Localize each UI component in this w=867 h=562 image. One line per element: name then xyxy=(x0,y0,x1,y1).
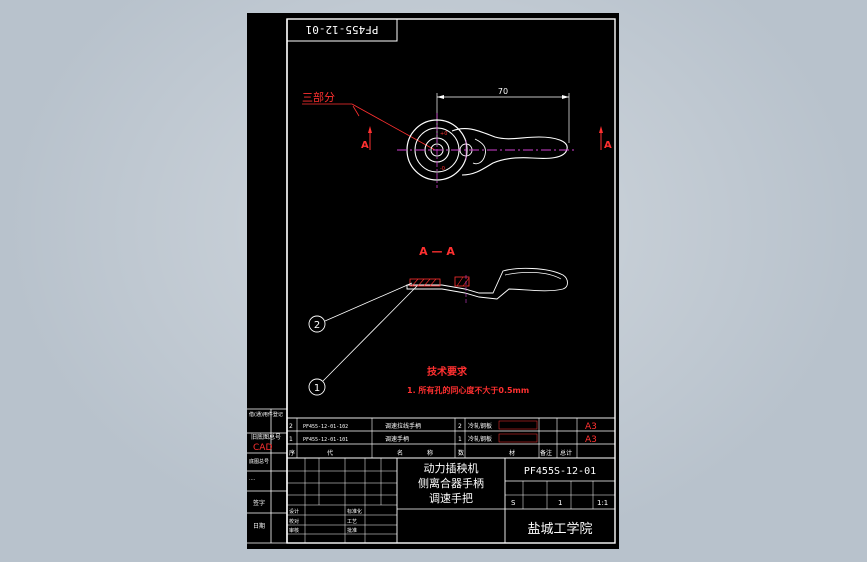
tb-sheet: 1 xyxy=(558,499,562,507)
section-title: A — A xyxy=(419,245,455,258)
tb-stage: S xyxy=(511,499,516,507)
tb-drawing-number: PF455S-12-01 xyxy=(524,466,596,477)
strip-label-3: CAD xyxy=(253,443,272,453)
bom-header-code: 代 xyxy=(327,449,333,457)
tb-process-label: 工艺 xyxy=(347,519,357,525)
hole-tolerance-mark-top: +0 xyxy=(440,131,447,137)
tb-school: 盐城工学院 xyxy=(527,521,592,537)
bom-row1-format: A3 xyxy=(585,435,597,445)
bom-row2-no: 2 xyxy=(289,423,293,430)
title-block: 设计 校对 审核 标准化 工艺 批准 动力插秧机 侧离合器手柄 调速手把 PF4… xyxy=(286,457,616,544)
notes-item-1: 1. 所有孔的同心度不大于0.5mm xyxy=(407,385,529,395)
tb-checker-label: 校对 xyxy=(289,518,299,525)
top-view: 三部分 70 A A +0 -0 xyxy=(302,87,612,188)
balloon-1-label: 1 xyxy=(314,383,320,394)
part-callout-label: 三部分 xyxy=(302,90,335,104)
tb-approve-label: 审核 xyxy=(289,527,299,534)
section-mark-left-arrow xyxy=(368,126,372,133)
bom-row2-spec-red xyxy=(498,420,538,430)
bom-row1-code: PF455-12-01-101 xyxy=(303,437,348,443)
bom-header-name: 名 xyxy=(397,449,403,457)
bom-table: 2 PF455-12-01-102 调速拉线手柄 2 冷轧钢板 A3 1 PF4… xyxy=(286,417,616,459)
bom-header-remark: 备注 xyxy=(540,449,552,457)
strip-label-5: 签字 xyxy=(253,499,265,507)
bom-row2-qty: 2 xyxy=(458,423,462,430)
balloon-2-label: 2 xyxy=(314,320,320,331)
leader-1 xyxy=(322,285,418,382)
tb-approve2-label: 批准 xyxy=(347,527,357,534)
cad-drawing-sheet: PF455-12-01 三部分 70 A A +0 -0 A — A 2 1 技… xyxy=(247,13,619,549)
section-mark-right-arrow xyxy=(599,126,603,133)
section-mark-left-label: A xyxy=(361,140,369,151)
drawing-canvas: PF455-12-01 三部分 70 A A +0 -0 A — A 2 1 技… xyxy=(247,18,616,544)
bom-row1-material: 冷轧钢板 xyxy=(468,435,492,443)
handle-outline xyxy=(451,128,568,176)
bom-row1-no: 1 xyxy=(289,436,293,443)
bom-row1-spec-red xyxy=(498,433,538,443)
dimension-arrow-left xyxy=(437,95,444,99)
tb-std-label: 标准化 xyxy=(347,508,362,515)
tb-designer-label: 设计 xyxy=(289,508,299,515)
hole-tolerance-mark-bottom: -0 xyxy=(440,166,445,172)
strip-label-2: 旧底图总号 xyxy=(251,433,281,441)
section-profile-inner xyxy=(504,272,562,280)
dimension-value: 70 xyxy=(498,87,508,96)
tb-title-line3: 调速手把 xyxy=(429,491,473,505)
bom-row1-qty: 1 xyxy=(458,436,462,443)
mirrored-drawing-number: PF455-12-01 xyxy=(306,23,379,36)
strip-label-4: 底图总号 xyxy=(249,458,269,465)
tb-title-line2: 侧离合器手柄 xyxy=(418,476,484,490)
bom-header-format: 总计 xyxy=(560,449,572,457)
bom-row2-material: 冷轧钢板 xyxy=(468,422,492,430)
dimension-arrow-right xyxy=(562,95,569,99)
bom-row2-code: PF455-12-01-102 xyxy=(303,424,348,430)
left-binding-strip: 借(通)用件登记 旧底图总号 CAD 底图总号 签字 日期 ···· xyxy=(247,408,287,544)
bom-row1-name: 调速手柄 xyxy=(385,435,409,443)
leader-2 xyxy=(324,282,413,322)
section-mark-right-label: A xyxy=(604,140,612,151)
strip-label-1: 借(通)用件登记 xyxy=(249,411,283,418)
bom-row2-format: A3 xyxy=(585,422,597,432)
bom-header-no: 序 xyxy=(289,449,295,457)
notes-heading: 技术要求 xyxy=(427,365,468,378)
bom-header-name2: 称 xyxy=(427,449,433,457)
bom-row2-name: 调速拉线手柄 xyxy=(385,422,421,430)
tb-scale: 1:1 xyxy=(597,499,608,507)
tb-title-line1: 动力插秧机 xyxy=(424,461,479,475)
section-profile xyxy=(406,267,568,300)
hatch-line xyxy=(456,276,464,287)
strip-fill-text: ···· xyxy=(249,477,256,483)
handle-inner-curve xyxy=(472,138,486,165)
bom-header-material: 材 xyxy=(509,449,515,457)
strip-label-6: 日期 xyxy=(253,522,265,530)
bom-header-qty: 数 xyxy=(458,449,464,457)
